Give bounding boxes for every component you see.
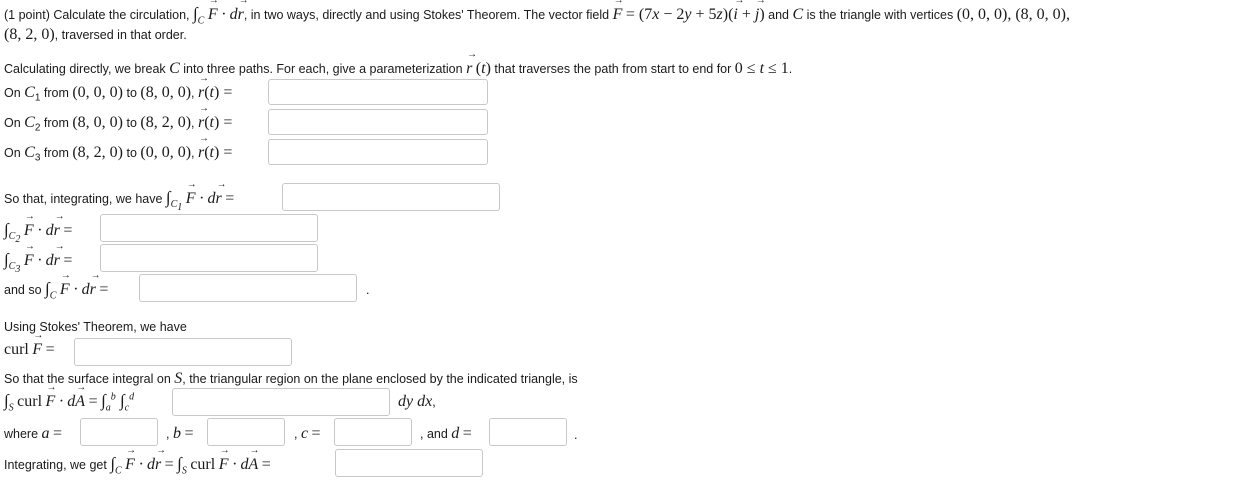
final-label: Integrating, we get ∫C F · dr = ∫S curl … [4,445,271,476]
integral-c1-label: So that, integrating, we have ∫C1 F · dr… [4,179,234,213]
surface-integrand-input[interactable] [172,388,390,416]
surface-text: So that the surface integral on S, the t… [4,370,578,387]
integral-c-total-label: and so ∫C F · dr = [4,270,108,301]
stokes-heading: Using Stokes' Theorem, we have [4,320,187,334]
path-c2-input[interactable] [268,109,488,135]
surface-integral-label: ∫S curl F · dA = ∫ab ∫cd [4,382,134,413]
b-label: , b = [166,425,194,442]
path-c3-label: On C3 from (8, 2, 0) to (0, 0, 0), r(t) … [4,133,232,164]
problem-statement-line1: (1 point) Calculate the circulation, ∫C … [4,0,1070,26]
curl-input[interactable] [74,338,292,366]
bound-b-input[interactable] [207,418,285,446]
period-2: . [574,428,578,442]
curl-label: curl F = [4,330,55,359]
integral-c-total-input[interactable] [139,274,357,302]
integral-c3-input[interactable] [100,244,318,272]
path-c1-label: On C1 from (0, 0, 0) to (8, 0, 0), r(t) … [4,73,232,104]
d-label: , and d = [420,425,472,442]
integral-c1-input[interactable] [282,183,500,211]
problem-statement-line2: (8, 2, 0), traversed in that order. [4,26,187,43]
path-c2-label: On C2 from (8, 0, 0) to (8, 2, 0), r(t) … [4,103,232,134]
c-label: , c = [294,425,321,442]
bound-d-input[interactable] [489,418,567,446]
period: . [366,283,370,297]
path-c3-input[interactable] [268,139,488,165]
surface-suffix: dy dx, [398,393,436,410]
where-a-label: where a = [4,425,63,442]
direct-instructions: Calculating directly, we break C into th… [4,49,792,78]
bound-a-input[interactable] [80,418,158,446]
final-input[interactable] [335,449,483,477]
bound-c-input[interactable] [334,418,412,446]
integral-c2-input[interactable] [100,214,318,242]
path-c1-input[interactable] [268,79,488,105]
